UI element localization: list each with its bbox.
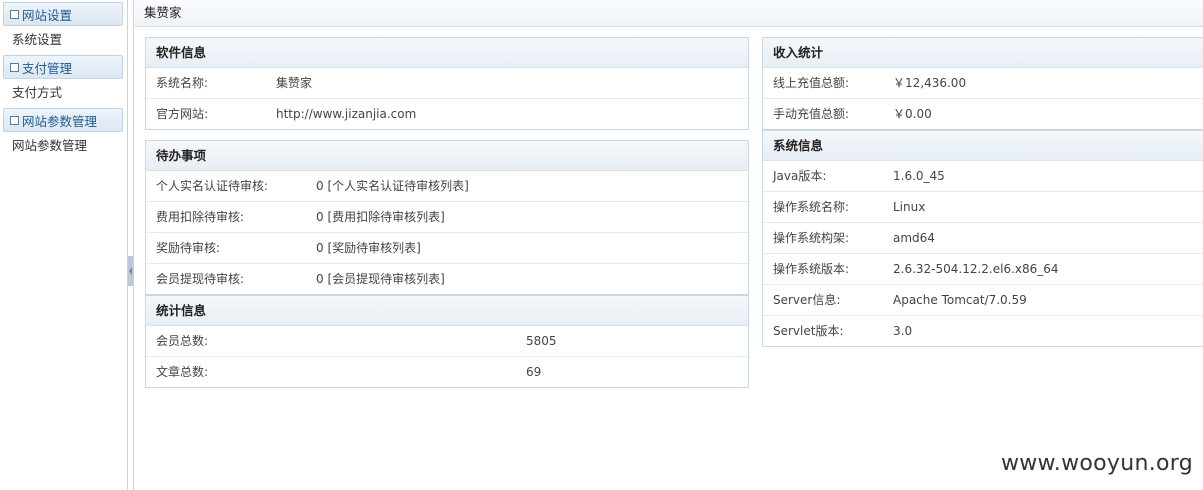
row-label: 线上充值总额: — [773, 76, 850, 90]
row-value: 5805 — [526, 334, 557, 348]
panel-title: 系统信息 — [763, 131, 1203, 161]
system-row: 操作系统名称: Linux — [763, 192, 1203, 223]
row-label: 系统名称: — [156, 76, 209, 90]
checkbox-icon — [10, 62, 19, 72]
panel-title: 收入统计 — [763, 38, 1203, 68]
collapse-handle-icon[interactable] — [128, 256, 133, 286]
todo-list-link[interactable]: [个人实名认证待审核列表] — [327, 179, 468, 193]
watermark: www.wooyun.org — [1000, 451, 1193, 476]
row-label: 官方网站: — [156, 107, 209, 121]
row-value: Linux — [893, 200, 926, 214]
row-value: 集赞家 — [276, 76, 313, 90]
todo-list-link[interactable]: [费用扣除待审核列表] — [327, 210, 444, 224]
row-label: 文章总数: — [156, 365, 209, 379]
row-label: 操作系统构架: — [773, 231, 850, 245]
system-row: Server信息: Apache Tomcat/7.0.59 — [763, 285, 1203, 316]
sidebar-group-site-params[interactable]: 网站参数管理 — [3, 108, 123, 132]
row-label: 个人实名认证待审核: — [156, 179, 269, 193]
stats-row: 会员总数: 5805 — [146, 326, 748, 357]
row-value: 1.6.0_45 — [893, 169, 945, 183]
info-row: 系统名称: 集赞家 — [146, 68, 748, 99]
sidebar-group-label: 网站参数管理 — [22, 113, 98, 129]
row-label: 会员提现待审核: — [156, 272, 245, 286]
stats-panel: 统计信息 会员总数: 5805 文章总数: 69 — [145, 295, 749, 388]
panel-title: 统计信息 — [146, 296, 748, 326]
row-value: ￥12,436.00 — [893, 76, 967, 90]
sidebar: 网站设置 系统设置 支付管理 支付方式 网站参数管理 网站参数管理 — [0, 0, 128, 490]
row-value: 2.6.32-504.12.2.el6.x86_64 — [893, 262, 1059, 276]
row-label: 手动充值总额: — [773, 107, 850, 121]
panel-title: 待办事项 — [146, 141, 748, 171]
row-value: 3.0 — [893, 324, 913, 338]
checkbox-icon — [10, 115, 19, 125]
row-value: Apache Tomcat/7.0.59 — [893, 293, 1027, 307]
page-title: 集赞家 — [135, 0, 1203, 27]
sidebar-group-label: 网站设置 — [22, 7, 73, 23]
todo-row: 奖励待审核: 0 [奖励待审核列表] — [146, 233, 748, 264]
row-label: Servlet版本: — [773, 324, 844, 338]
sidebar-item-payment-methods[interactable]: 支付方式 — [0, 79, 127, 106]
todo-count: 0 — [316, 179, 324, 193]
income-panel: 收入统计 线上充值总额: ￥12,436.00 手动充值总额: ￥0.00 — [762, 37, 1203, 130]
sidebar-item-site-params[interactable]: 网站参数管理 — [0, 132, 127, 159]
todo-list-link[interactable]: [奖励待审核列表] — [327, 241, 420, 255]
system-row: Servlet版本: 3.0 — [763, 316, 1203, 347]
sidebar-group-label: 支付管理 — [22, 60, 73, 76]
todo-row: 费用扣除待审核: 0 [费用扣除待审核列表] — [146, 202, 748, 233]
checkbox-icon — [10, 9, 19, 19]
system-row: 操作系统构架: amd64 — [763, 223, 1203, 254]
todo-count: 0 — [316, 241, 324, 255]
todo-panel: 待办事项 个人实名认证待审核: 0 [个人实名认证待审核列表] 费用扣除待审核:… — [145, 140, 749, 295]
system-info-panel: 系统信息 Java版本: 1.6.0_45 操作系统名称: Linux 操作系统… — [762, 130, 1203, 347]
todo-row: 会员提现待审核: 0 [会员提现待审核列表] — [146, 264, 748, 295]
row-label: Java版本: — [773, 169, 827, 183]
income-row: 手动充值总额: ￥0.00 — [763, 99, 1203, 130]
row-label: 操作系统名称: — [773, 200, 850, 214]
row-label: 奖励待审核: — [156, 241, 221, 255]
sidebar-item-system-settings[interactable]: 系统设置 — [0, 26, 127, 53]
splitter — [128, 0, 134, 490]
system-row: Java版本: 1.6.0_45 — [763, 161, 1203, 192]
row-value: ￥0.00 — [893, 107, 932, 121]
todo-count: 0 — [316, 210, 324, 224]
system-row: 操作系统版本: 2.6.32-504.12.2.el6.x86_64 — [763, 254, 1203, 285]
todo-list-link[interactable]: [会员提现待审核列表] — [327, 272, 444, 286]
row-value: 69 — [526, 365, 542, 379]
row-label: 会员总数: — [156, 334, 209, 348]
row-label: 操作系统版本: — [773, 262, 850, 276]
sidebar-group-site-settings[interactable]: 网站设置 — [3, 2, 123, 26]
sidebar-group-payment[interactable]: 支付管理 — [3, 55, 123, 79]
official-site-value: http://www.jizanjia.com — [276, 107, 417, 121]
panel-title: 软件信息 — [146, 38, 748, 68]
software-info-panel: 软件信息 系统名称: 集赞家 官方网站: http://www.jizanjia… — [145, 37, 749, 130]
stats-row: 文章总数: 69 — [146, 357, 748, 388]
income-row: 线上充值总额: ￥12,436.00 — [763, 68, 1203, 99]
row-label: 费用扣除待审核: — [156, 210, 245, 224]
row-label: Server信息: — [773, 293, 841, 307]
todo-count: 0 — [316, 272, 324, 286]
row-value: amd64 — [893, 231, 935, 245]
info-row: 官方网站: http://www.jizanjia.com — [146, 99, 748, 130]
todo-row: 个人实名认证待审核: 0 [个人实名认证待审核列表] — [146, 171, 748, 202]
